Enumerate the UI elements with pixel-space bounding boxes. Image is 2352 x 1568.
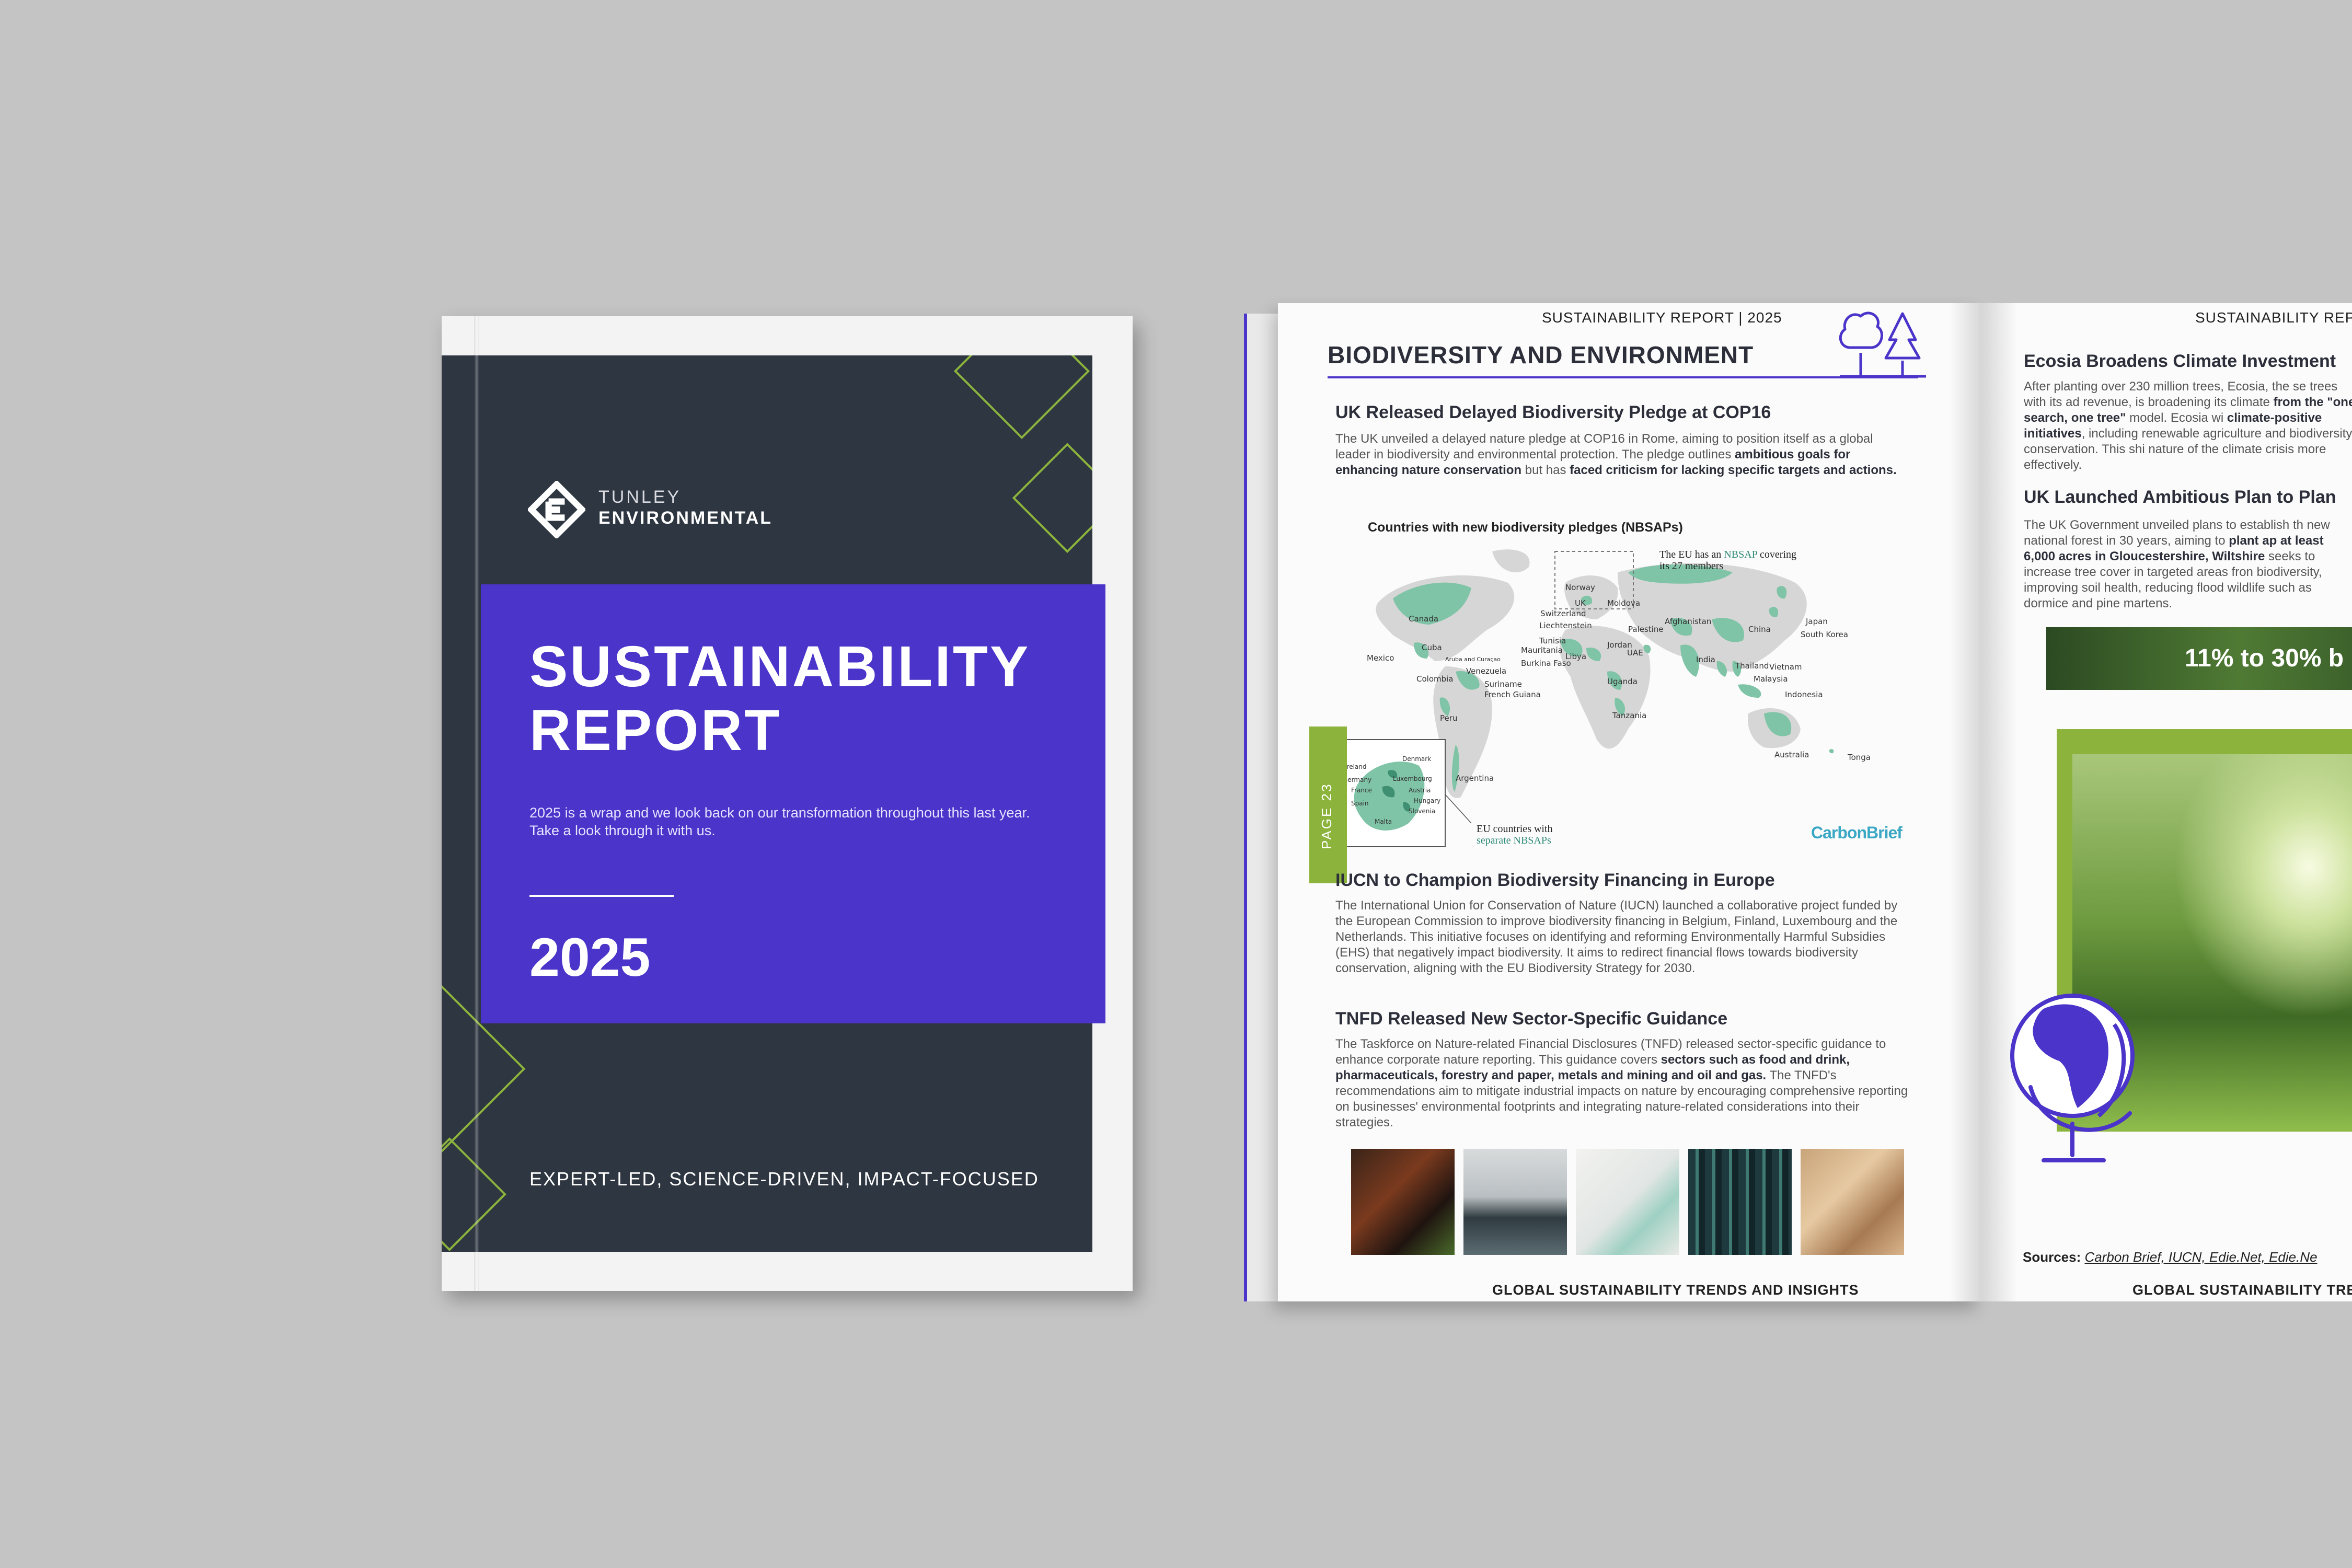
map-label: Mexico (1367, 653, 1394, 663)
page-number-tab: PAGE 23 (1309, 727, 1347, 883)
map-label: Norway (1565, 583, 1595, 592)
brand-name-line2: ENVIRONMENTAL (598, 508, 773, 528)
ecosia-article-body: After planting over 230 million trees, E… (2024, 379, 2352, 472)
article-3-body: The Taskforce on Nature-related Financia… (1335, 1037, 1908, 1129)
globe-icon (2010, 994, 2135, 1162)
map-label: Peru (1440, 713, 1458, 723)
map-label: Switzerland (1540, 609, 1586, 618)
pharmaceutical-bottles-photo (1463, 1149, 1567, 1255)
cover-divider (529, 895, 674, 897)
cocoa-photo (1351, 1149, 1455, 1255)
map-label: Colombia (1416, 674, 1454, 684)
map-inset-note: EU countries with separate NBSAPs (1477, 823, 1553, 846)
cover-title-line2: REPORT (529, 698, 782, 763)
map-label: Indonesia (1785, 690, 1823, 699)
cover-subtitle: 2025 is a wrap and we look back on our t… (529, 805, 1030, 838)
map-label: Afghanistan (1665, 617, 1712, 626)
article-2-body: The International Union for Conservation… (1335, 898, 1898, 975)
map-label: Spain (1351, 800, 1369, 807)
cover-title-line1: SUSTAINABILITY (529, 635, 1031, 699)
carbonbrief-logo: CarbonBrief (1811, 823, 1903, 842)
map-label: Luxembourg (1393, 775, 1432, 782)
map-label: France (1351, 787, 1372, 794)
article-3-heading: TNFD Released New Sector-Specific Guidan… (1335, 1009, 1728, 1029)
map-label: Moldova (1607, 598, 1641, 608)
stat-banner: 11% to 30% b (2046, 627, 2352, 690)
cover-spine (474, 316, 479, 1291)
map-label: Cuba (1422, 643, 1442, 652)
map-label: French Guiana (1484, 690, 1541, 699)
running-head: SUSTAINABILITY REPORT | 2025 (1542, 309, 1782, 326)
cover-year: 2025 (529, 927, 651, 988)
map-label: Libya (1565, 652, 1587, 661)
map-title: Countries with new biodiversity pledges … (1368, 520, 1683, 535)
map-label: Hungary (1414, 797, 1441, 804)
map-label: Malaysia (1754, 674, 1788, 684)
map-eu-note: The EU has an NBSAP covering its 27 memb… (1659, 549, 1797, 572)
cover-title-band: SUSTAINABILITY REPORT 2025 is a wrap and… (481, 584, 1105, 1023)
map-label: Thailand (1735, 661, 1769, 671)
cover-tagline: EXPERT-LED, SCIENCE-DRIVEN, IMPACT-FOCUS… (529, 1168, 1039, 1190)
biodiversity-map-figure: Countries with new biodiversity pledges … (1335, 515, 1916, 849)
map-label: UK (1575, 598, 1586, 608)
map-label: Slovenia (1409, 808, 1436, 815)
map-label: Palestine (1628, 625, 1664, 634)
map-label: Mauritania (1521, 645, 1563, 655)
map-label: South Korea (1801, 630, 1848, 639)
sources-line: Sources: Carbon Brief, IUCN, Edie.Net, E… (2023, 1249, 2318, 1265)
map-label: Liechtenstein (1539, 621, 1592, 630)
report-papers-photo (1576, 1149, 1679, 1255)
cover-title: SUSTAINABILITY REPORT (529, 635, 1030, 763)
open-magazine: SUSTAINABILITY REPORT | 2025 BIODIVERSIT… (1244, 303, 2352, 1307)
left-page: SUSTAINABILITY REPORT | 2025 BIODIVERSIT… (1278, 303, 1981, 1301)
tunley-logo-icon (528, 481, 585, 538)
map-label: Malta (1375, 818, 1392, 825)
article-2-heading: IUCN to Champion Biodiversity Financing … (1335, 870, 1775, 890)
map-label: Tonga (1848, 753, 1871, 762)
map-label: Denmark (1402, 755, 1432, 763)
map-label: Australia (1774, 750, 1809, 759)
map-label: Tunisia (1539, 636, 1566, 645)
timber-stacks-photo (1688, 1149, 1792, 1255)
page-footer: GLOBAL SUSTAINABILITY TRENDS AND INSIGHT… (1492, 1282, 1859, 1298)
map-label: Uganda (1607, 677, 1638, 686)
map-label: India (1696, 655, 1715, 664)
map-label: Japan (1806, 617, 1828, 626)
map-label: Canada (1409, 614, 1439, 624)
trees-icon (1839, 312, 1926, 378)
forest-article-heading: UK Launched Ambitious Plan to Plan (2024, 487, 2336, 507)
map-label: Vietnam (1769, 662, 1802, 672)
report-cover: TUNLEY ENVIRONMENTAL EXPERT-LED, SCIENCE… (442, 316, 1133, 1291)
section-title: BIODIVERSITY AND ENVIRONMENT (1328, 341, 1754, 368)
map-label: Venezuela (1466, 666, 1507, 676)
running-head: SUSTAINABILITY REP (2195, 309, 2352, 326)
map-label: Argentina (1456, 774, 1494, 783)
map-label: Ireland (1345, 763, 1367, 770)
brand-name-line1: TUNLEY (598, 487, 682, 507)
mining-landscape-photo (1801, 1149, 1904, 1255)
map-label: UAE (1627, 648, 1643, 658)
ecosia-article-heading: Ecosia Broadens Climate Investment (2024, 351, 2336, 371)
map-label: Tanzania (1612, 711, 1647, 720)
map-label: China (1748, 625, 1771, 634)
map-label: Suriname (1484, 679, 1522, 689)
right-page: SUSTAINABILITY REP Ecosia Broadens Clima… (1981, 303, 2352, 1301)
forest-article-body: The UK Government unveiled plans to esta… (2024, 518, 2330, 610)
article-1-body: The UK unveiled a delayed nature pledge … (1335, 432, 1897, 477)
article-1-heading: UK Released Delayed Biodiversity Pledge … (1335, 402, 1771, 422)
map-label: Austria (1409, 787, 1431, 794)
map-label: Burkina Faso (1521, 659, 1571, 668)
map-label: Aruba and Curaçao (1445, 656, 1501, 663)
page-footer: GLOBAL SUSTAINABILITY TRE (2132, 1282, 2352, 1298)
stat-banner-text: 11% to 30% b (2185, 644, 2344, 672)
map-label: Germany (1343, 776, 1372, 783)
